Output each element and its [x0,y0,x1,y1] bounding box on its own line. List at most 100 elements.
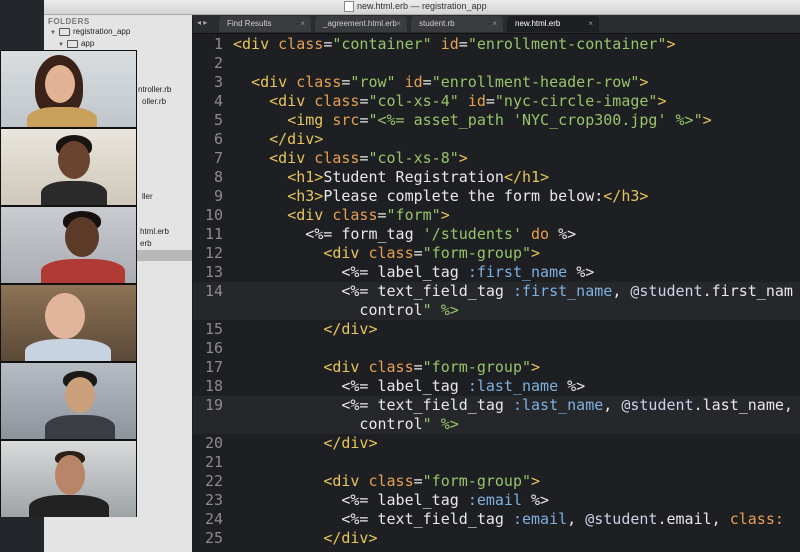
code-text[interactable]: <img src="<%= asset_path 'NYC_crop300.jp… [233,111,711,130]
code-text[interactable]: <div class="form-group"> [233,244,540,263]
close-icon[interactable]: × [588,16,593,32]
code-line[interactable]: 11 <%= form_tag '/students' do %> [193,225,800,244]
code-line[interactable]: 2 [193,54,800,73]
code-line[interactable]: control" %> [193,301,800,320]
code-text[interactable]: <%= label_tag :last_name %> [233,377,585,396]
video-tile-participant-3[interactable] [1,207,136,283]
code-line[interactable]: 12 <div class="form-group"> [193,244,800,263]
close-icon[interactable]: × [396,16,401,32]
line-number: 16 [204,339,223,357]
line-number: 1 [213,35,223,53]
folder-icon [58,27,70,36]
code-text[interactable]: </div> [233,434,377,453]
code-text[interactable]: <%= form_tag '/students' do %> [233,225,576,244]
sidebar-item-file[interactable]: html.erb [140,227,169,236]
code-text[interactable]: <div class="form-group"> [233,358,540,377]
line-number: 19 [204,396,223,414]
video-tile-participant-5[interactable] [1,363,136,439]
participant-body [45,415,115,439]
code-text[interactable]: </div> [233,320,377,339]
code-line[interactable]: 15 </div> [193,320,800,339]
sidebar-item-file[interactable]: ller [142,192,153,201]
code-line[interactable]: 7 <div class="col-xs-8"> [193,149,800,168]
code-line[interactable]: 16 [193,339,800,358]
line-number: 8 [213,168,223,186]
code-line[interactable]: 18 <%= label_tag :last_name %> [193,377,800,396]
disclosure-triangle-icon[interactable]: ▼ [50,30,56,36]
code-line[interactable]: 23 <%= label_tag :email %> [193,491,800,510]
line-number: 11 [204,225,223,243]
video-tile-participant-4[interactable] [1,285,136,361]
sidebar-item-file[interactable]: ntroller.rb [138,85,171,94]
code-line[interactable]: 9 <h3>Please complete the form below:</h… [193,187,800,206]
code-line[interactable]: 19 <%= text_field_tag :last_name, @stude… [193,396,800,415]
code-text[interactable]: </div> [233,130,323,149]
disclosure-triangle-icon[interactable]: ▼ [58,42,64,48]
code-text[interactable]: </div> [233,529,377,548]
video-tile-participant-2[interactable] [1,129,136,205]
code-text[interactable]: <%= label_tag :first_name %> [233,263,594,282]
code-text[interactable]: <div class="col-xs-4" id="nyc-circle-ima… [233,92,666,111]
sidebar-item-app[interactable]: ▼ app [58,39,94,48]
video-call-panel [0,50,137,517]
tab-find-results[interactable]: Find Results × [219,16,311,32]
video-tile-participant-1[interactable] [1,51,136,127]
participant-face [55,455,85,495]
participant-face [65,377,95,413]
sidebar-item-file[interactable]: erb [140,239,152,248]
code-line[interactable]: 21 [193,453,800,472]
tab-agreement-html-erb[interactable]: _agreement.html.erb × [315,16,407,32]
folder-icon [66,39,78,48]
code-text[interactable]: <%= label_tag :email %> [233,491,549,510]
code-line[interactable]: 8 <h1>Student Registration</h1> [193,168,800,187]
code-line[interactable]: 25 </div> [193,529,800,548]
code-line[interactable]: 3 <div class="row" id="enrollment-header… [193,73,800,92]
line-number: 22 [204,472,223,490]
tab-new-html-erb[interactable]: new.html.erb × [507,16,599,32]
code-text[interactable]: <div class="col-xs-8"> [233,149,468,168]
code-line[interactable]: 14 <%= text_field_tag :first_name, @stud… [193,282,800,301]
code-line[interactable]: control" %> [193,415,800,434]
document-icon [344,1,354,13]
line-number: 21 [204,453,223,471]
participant-face [45,293,85,339]
code-editor[interactable]: 1 <div class="container" id="enrollment-c… [193,34,800,552]
line-number: 14 [204,282,223,300]
code-line[interactable]: 20 </div> [193,434,800,453]
line-number: 2 [213,54,223,72]
window-title: new.html.erb — registration_app [344,1,800,13]
code-line[interactable]: 4 <div class="col-xs-4" id="nyc-circle-i… [193,92,800,111]
code-line[interactable]: 10 <div class="form"> [193,206,800,225]
participant-body [41,259,125,283]
code-text[interactable]: control" %> [233,301,458,320]
code-text[interactable]: <div class="container" id="enrollment-co… [233,35,676,54]
code-text[interactable]: <h1>Student Registration</h1> [233,168,549,187]
line-number: 23 [204,491,223,509]
code-text[interactable]: <%= text_field_tag :last_name, @student.… [233,396,793,415]
tab-student-rb[interactable]: student.rb × [411,16,503,32]
code-line[interactable]: 22 <div class="form-group"> [193,472,800,491]
code-text[interactable]: <div class="form-group"> [233,472,540,491]
code-line[interactable]: 24 <%= text_field_tag :email, @student.e… [193,510,800,529]
code-line[interactable]: 6 </div> [193,130,800,149]
code-text[interactable]: <div class="form"> [233,206,450,225]
code-line[interactable]: 1 <div class="container" id="enrollment-c… [193,35,800,54]
line-number: 15 [204,320,223,338]
sidebar-item-file[interactable]: oller.rb [142,97,166,106]
sidebar-item-registration-app[interactable]: ▼ registration_app [50,27,130,36]
close-icon[interactable]: × [300,16,305,32]
tab-nav-arrows[interactable]: ◂ ▸ [197,18,207,27]
code-text[interactable]: <h3>Please complete the form below:</h3> [233,187,648,206]
code-text[interactable]: control" %> [233,415,458,434]
close-icon[interactable]: × [492,16,497,32]
code-text[interactable]: <%= text_field_tag :email, @student.emai… [233,510,784,529]
window-titlebar: new.html.erb — registration_app [44,0,800,15]
participant-body [27,107,97,127]
code-text[interactable]: <%= text_field_tag :first_name, @student… [233,282,793,301]
code-line[interactable]: 13 <%= label_tag :first_name %> [193,263,800,282]
line-number: 6 [213,130,223,148]
video-tile-participant-6[interactable] [1,441,136,517]
code-line[interactable]: 5 <img src="<%= asset_path 'NYC_crop300.… [193,111,800,130]
code-line[interactable]: 17 <div class="form-group"> [193,358,800,377]
code-text[interactable]: <div class="row" id="enrollment-header-r… [233,73,648,92]
